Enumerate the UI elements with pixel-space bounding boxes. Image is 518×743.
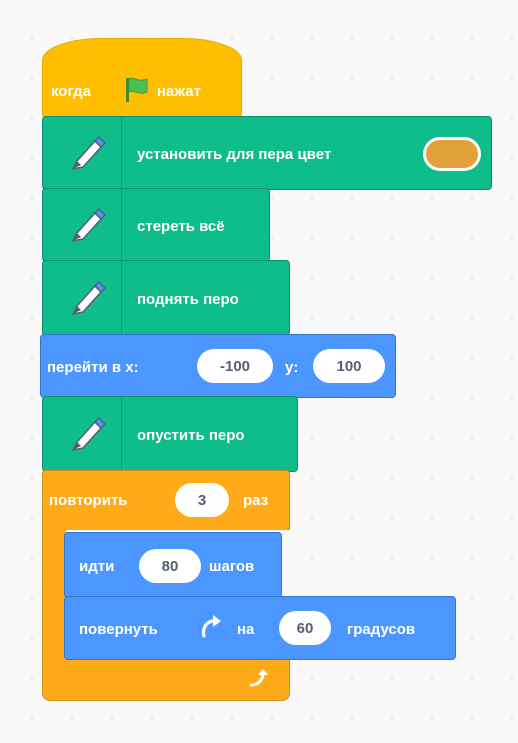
x-input[interactable]: -100 (197, 349, 273, 383)
steps-label: шагов (209, 558, 255, 575)
erase-all-label: стереть всё (137, 218, 225, 235)
pen-icon (71, 416, 107, 452)
pen-icon (71, 207, 107, 243)
pen-icon (71, 280, 107, 316)
pen-up-block[interactable]: поднять перо (42, 260, 290, 336)
set-pen-color-block[interactable]: установить для пера цвет (42, 116, 492, 190)
turn-label: повернуть (79, 621, 158, 638)
pen-extension-section (43, 261, 122, 335)
repeat-block-arm (42, 529, 66, 659)
move-label: идти (79, 558, 115, 575)
y-input[interactable]: 100 (313, 349, 385, 383)
loop-arrow-icon (249, 669, 268, 687)
set-pen-color-label: установить для пера цвет (137, 146, 332, 163)
go-to-x-label: перейти в x: (47, 359, 139, 376)
degrees-label: градусов (347, 621, 416, 638)
pen-extension-section (43, 189, 122, 261)
pen-down-label: опустить перо (137, 427, 245, 444)
pen-icon (71, 135, 107, 171)
repeat-label: повторить (49, 492, 128, 509)
rotate-right-icon (201, 615, 221, 638)
pen-color-swatch[interactable] (423, 137, 481, 171)
go-to-xy-block[interactable]: перейти в x: -100 y: 100 (40, 334, 396, 398)
repeat-count-input[interactable]: 3 (175, 483, 229, 517)
turn-right-block[interactable]: повернуть на 60 градусов (64, 596, 456, 660)
turn-on-label: на (237, 621, 255, 638)
degrees-input[interactable]: 60 (279, 611, 331, 645)
repeat-block-footer (42, 657, 290, 701)
pen-down-block[interactable]: опустить перо (42, 396, 298, 472)
move-steps-block[interactable]: идти 80 шагов (64, 532, 282, 598)
pen-extension-section (43, 117, 122, 189)
erase-all-block[interactable]: стереть всё (42, 188, 270, 262)
green-flag-icon (126, 77, 148, 102)
when-label: когда (51, 83, 92, 100)
pen-extension-section (43, 397, 122, 471)
repeat-block[interactable]: повторить 3 раз (42, 470, 290, 530)
y-label: y: (285, 359, 299, 376)
pen-up-label: поднять перо (137, 291, 239, 308)
steps-input[interactable]: 80 (139, 549, 201, 583)
when-flag-clicked-block[interactable]: когда нажат (42, 38, 242, 118)
repeat-times-label: раз (243, 492, 269, 509)
clicked-label: нажат (157, 83, 201, 100)
